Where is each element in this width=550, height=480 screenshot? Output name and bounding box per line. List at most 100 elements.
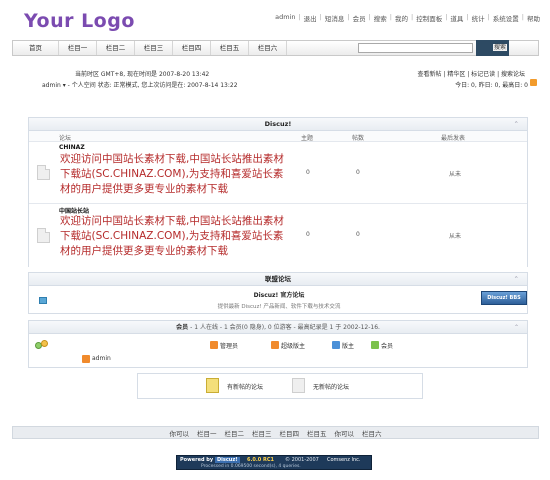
forum-name[interactable]: CHINAZ <box>59 144 85 151</box>
footer-nav-item[interactable]: 栏目五 <box>307 428 327 438</box>
members-header: 会员 - 1 人在线 - 1 会员(0 隐身), 0 位游客 - 最高纪录是 1… <box>29 321 527 334</box>
role-super-moderator: 超级版主 <box>281 343 306 350</box>
links-panel: 联盟论坛 ⌃ Discuz! 官方论坛 提供最新 Discuz! 产品新闻、软件… <box>28 272 528 314</box>
footer-nav-item[interactable]: 栏目二 <box>225 428 245 438</box>
nav-item[interactable]: 栏目一 <box>59 41 97 55</box>
role-moderator: 版主 <box>342 343 355 350</box>
forum-row[interactable]: CHINAZ 欢迎访问中国站长素材下载,中国站长站推出素材下载站(SC.CHIN… <box>29 142 527 204</box>
links-title: 联盟论坛 <box>265 275 291 283</box>
section-title: Discuz! <box>264 120 292 128</box>
legend-new: 有新帖的论坛 <box>227 384 264 391</box>
forum-status-icon <box>37 228 50 243</box>
members-icon <box>35 340 49 350</box>
nav-item[interactable]: 栏目四 <box>173 41 211 55</box>
members-title: 会员 <box>176 324 189 331</box>
collapse-icon[interactable]: ⌃ <box>514 273 519 286</box>
powered-company: Comsenz Inc. <box>327 457 361 463</box>
top-link[interactable]: 统计 <box>472 13 485 23</box>
forum-topics: 0 <box>306 169 310 176</box>
top-link[interactable]: 搜索 <box>374 13 387 23</box>
link-site-name[interactable]: Discuz! 官方论坛 <box>29 290 529 299</box>
search-button[interactable]: 搜索 <box>476 40 509 56</box>
link-site-logo[interactable]: Discuz! BBS <box>481 291 527 305</box>
top-link[interactable]: admin <box>275 13 295 23</box>
top-link[interactable]: 系统设置 <box>493 13 519 23</box>
link-site-desc: 提供最新 Discuz! 产品新闻、软件下载与技术交流 <box>217 304 341 310</box>
search-input[interactable] <box>358 43 473 53</box>
powered-product: Discuz! <box>215 457 240 463</box>
footer-nav-item[interactable]: 你可以 <box>335 428 355 438</box>
footer-nav-item[interactable]: 栏目三 <box>252 428 272 438</box>
collapse-icon[interactable]: ⌃ <box>514 118 519 131</box>
footer-nav-item[interactable]: 栏目六 <box>362 428 382 438</box>
admin-role-icon <box>210 341 218 349</box>
footer-nav-item[interactable]: 栏目四 <box>280 428 300 438</box>
top-link[interactable]: 帮助 <box>527 13 540 23</box>
site-logo[interactable]: Your Logo <box>24 10 135 32</box>
powered-years: © 2001-2007 <box>285 457 319 463</box>
top-link-separator: | <box>368 13 371 21</box>
forum-last-post: 从未 <box>449 233 462 240</box>
super-mod-role-icon <box>271 341 279 349</box>
top-link-separator: | <box>445 13 448 21</box>
rss-icon[interactable] <box>530 79 537 86</box>
search-button-label: 搜索 <box>492 44 507 51</box>
powered-processed: Processed in 0.069500 second(s), 4 queri… <box>201 464 301 469</box>
forum-posts: 0 <box>356 169 360 176</box>
forum-columns: 论坛 主题 帖数 最后发表 <box>29 131 527 142</box>
powered-by-badge[interactable]: Powered by Discuz! 6.0.0 RC1 © 2001-2007… <box>176 455 372 470</box>
links-header: 联盟论坛 ⌃ <box>29 273 527 286</box>
top-link-separator: | <box>389 13 392 21</box>
forum-topics: 0 <box>306 231 310 238</box>
role-member: 会员 <box>381 343 394 350</box>
nav-item[interactable]: 栏目二 <box>97 41 135 55</box>
forum-description: 欢迎访问中国站长素材下载,中国站长站推出素材下载站(SC.CHINAZ.COM)… <box>60 153 284 195</box>
online-user[interactable]: admin <box>92 355 111 362</box>
top-link[interactable]: 道具 <box>450 13 463 23</box>
top-link-separator: | <box>466 13 469 21</box>
nav-item[interactable]: 栏目六 <box>249 41 287 55</box>
footer-nav-item[interactable]: 栏目一 <box>197 428 217 438</box>
new-posts-icon <box>206 378 219 393</box>
top-link-separator: | <box>521 13 524 21</box>
link-row[interactable]: Discuz! 官方论坛 提供最新 Discuz! 产品新闻、软件下载与技术交流… <box>29 286 527 314</box>
members-body: 管理员 超级版主 版主 会员 admin <box>29 334 527 368</box>
time-info: 当前时区 GMT+8, 现在时间是 2007-8-20 13:42 <box>75 71 210 78</box>
forum-last-post: 从未 <box>449 171 462 178</box>
role-admin: 管理员 <box>220 343 239 350</box>
top-link-separator: | <box>410 13 414 21</box>
forum-posts: 0 <box>356 231 360 238</box>
top-link[interactable]: 短消息 <box>325 13 345 23</box>
no-new-posts-icon <box>292 378 305 393</box>
top-link[interactable]: 我的 <box>395 13 408 23</box>
collapse-icon[interactable]: ⌃ <box>514 321 519 334</box>
legend-nonew: 无新帖的论坛 <box>313 384 350 391</box>
top-link-separator: | <box>298 13 301 21</box>
powered-version: 6.0.0 RC1 <box>247 457 274 463</box>
top-links: admin | 退出 | 短消息 | 会员 | 搜索 | 我的 | 控制面板 | 道具 | 统计 | 系统设置 | 帮助 <box>275 13 540 23</box>
quick-links[interactable]: 查看新帖 | 精华区 | 标记已读 | 搜索论坛 <box>417 69 525 78</box>
powered-label: Powered by <box>180 457 214 463</box>
nav-item[interactable]: 首页 <box>13 41 59 55</box>
online-user-icon <box>82 355 90 363</box>
member-role-icon <box>371 341 379 349</box>
top-link[interactable]: 退出 <box>304 13 317 23</box>
top-link[interactable]: 会员 <box>353 13 366 23</box>
col-last-post: 最后发表 <box>441 135 466 142</box>
top-link-separator: | <box>487 13 490 21</box>
members-stats: - 1 人在线 - 1 会员(0 隐身), 0 位游客 - 最高纪录是 1 于 … <box>190 324 380 331</box>
nav-item[interactable]: 栏目三 <box>135 41 173 55</box>
top-link-separator: | <box>347 13 350 21</box>
col-forum: 论坛 <box>59 135 72 142</box>
nav-item[interactable]: 栏目五 <box>211 41 249 55</box>
col-topics: 主题 <box>301 135 314 142</box>
forum-row[interactable]: 中国站长站 欢迎访问中国站长素材下载,中国站长站推出素材下载站(SC.CHINA… <box>29 204 527 267</box>
members-panel: 会员 - 1 人在线 - 1 会员(0 隐身), 0 位游客 - 最高纪录是 1… <box>28 320 528 368</box>
moderator-role-icon <box>332 341 340 349</box>
forum-description: 欢迎访问中国站长素材下载,中国站长站推出素材下载站(SC.CHINAZ.COM)… <box>60 215 284 257</box>
footer-nav: 你可以 栏目一 栏目二 栏目三 栏目四 栏目五 你可以 栏目六 <box>12 426 539 439</box>
section-header: Discuz! ⌃ <box>29 118 527 131</box>
top-link[interactable]: 控制面板 <box>416 13 442 23</box>
footer-nav-item[interactable]: 你可以 <box>170 428 190 438</box>
forum-panel: Discuz! ⌃ 论坛 主题 帖数 最后发表 CHINAZ 欢迎访问中国站长素… <box>28 117 528 267</box>
